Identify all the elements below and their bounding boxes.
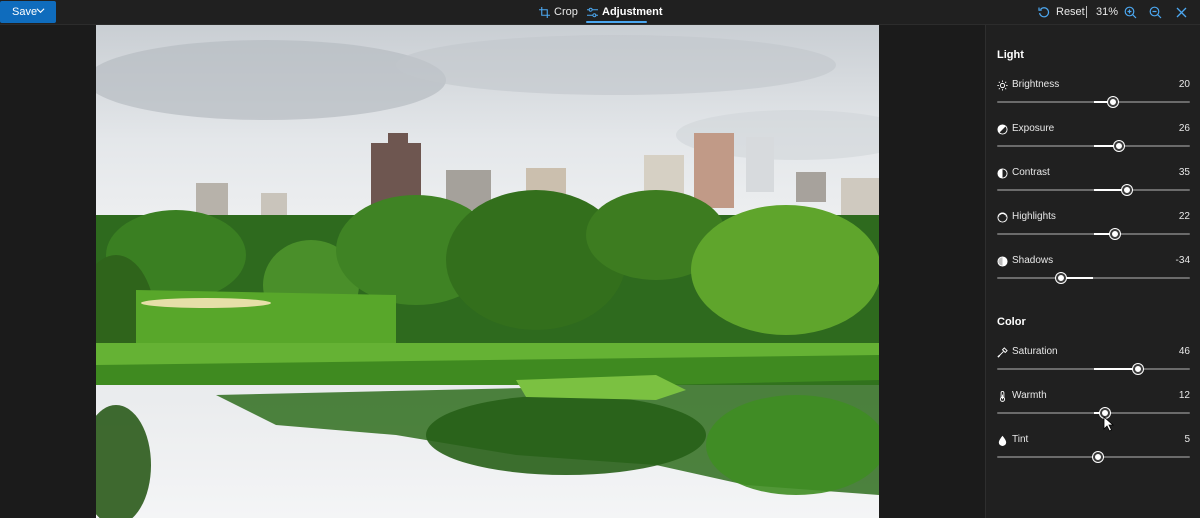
highlights-icon xyxy=(997,212,1008,223)
exposure-label: Exposure xyxy=(1012,123,1055,134)
saturation-slider[interactable] xyxy=(997,364,1190,374)
color-section-title: Color xyxy=(997,316,1026,328)
shadows-slider[interactable] xyxy=(997,273,1190,283)
adjustment-panel: Light Brightness 20 Exposure 26 Contrast… xyxy=(985,25,1200,518)
top-toolbar: Save Crop Adjustment Reset 31% xyxy=(0,0,1200,25)
zoom-out-icon xyxy=(1149,6,1161,18)
exposure-value: 26 xyxy=(1178,123,1190,134)
toolbar-divider xyxy=(1086,6,1087,18)
saturation-slider-thumb[interactable] xyxy=(1132,364,1143,374)
contrast-value: 35 xyxy=(1178,167,1190,178)
exposure-slider-thumb[interactable] xyxy=(1113,141,1124,151)
brightness-label: Brightness xyxy=(1012,79,1060,90)
close-button[interactable] xyxy=(1173,4,1189,20)
highlights-slider-thumb[interactable] xyxy=(1109,229,1120,239)
mouse-pointer-icon xyxy=(1103,416,1115,432)
saturation-icon xyxy=(997,347,1008,358)
save-button[interactable]: Save xyxy=(0,1,56,23)
tint-slider-thumb[interactable] xyxy=(1093,452,1104,462)
tint-slider-row: Tint 5 xyxy=(997,434,1190,471)
contrast-slider[interactable] xyxy=(997,185,1190,195)
warmth-label: Warmth xyxy=(1012,390,1047,401)
brightness-slider-row: Brightness 20 xyxy=(997,79,1190,116)
warmth-value: 12 xyxy=(1178,390,1190,401)
zoom-in-icon xyxy=(1124,6,1136,18)
saturation-slider-row: Saturation 46 xyxy=(997,346,1190,383)
tint-value: 5 xyxy=(1184,434,1190,445)
reset-label: Reset xyxy=(1056,6,1085,18)
active-tab-indicator xyxy=(586,21,647,23)
saturation-value: 46 xyxy=(1178,346,1190,357)
light-section-title: Light xyxy=(997,49,1024,61)
crop-icon xyxy=(539,6,550,18)
exposure-icon xyxy=(997,124,1008,135)
highlights-label: Highlights xyxy=(1012,211,1056,222)
contrast-label: Contrast xyxy=(1012,167,1050,178)
tab-crop-label: Crop xyxy=(554,6,578,18)
reset-icon xyxy=(1038,7,1050,18)
highlights-slider-row: Highlights 22 xyxy=(997,211,1190,248)
brightness-slider[interactable] xyxy=(997,97,1190,107)
close-icon xyxy=(1176,7,1186,17)
exposure-slider[interactable] xyxy=(997,141,1190,151)
saturation-slider-fill xyxy=(1093,368,1138,370)
brightness-icon xyxy=(997,80,1008,91)
tint-label: Tint xyxy=(1012,434,1029,445)
shadows-slider-thumb[interactable] xyxy=(1055,273,1066,283)
warmth-icon xyxy=(999,391,1006,402)
contrast-slider-row: Contrast 35 xyxy=(997,167,1190,204)
tab-crop[interactable]: Crop xyxy=(539,0,578,24)
zoom-out-button[interactable] xyxy=(1147,4,1163,20)
photo-preview[interactable] xyxy=(96,25,879,518)
adjustment-icon xyxy=(587,7,598,17)
contrast-icon xyxy=(997,168,1008,179)
contrast-slider-thumb[interactable] xyxy=(1122,185,1133,195)
shadows-icon xyxy=(997,256,1008,267)
save-label: Save xyxy=(12,6,38,18)
exposure-slider-row: Exposure 26 xyxy=(997,123,1190,160)
tint-slider[interactable] xyxy=(997,452,1190,462)
warmth-slider-row: Warmth 12 xyxy=(997,390,1190,427)
reset-button[interactable]: Reset xyxy=(1038,0,1085,24)
brightness-slider-thumb[interactable] xyxy=(1107,97,1118,107)
brightness-value: 20 xyxy=(1178,79,1190,90)
highlights-slider[interactable] xyxy=(997,229,1190,239)
shadows-value: -34 xyxy=(1175,255,1190,266)
shadows-slider-row: Shadows -34 xyxy=(997,255,1190,292)
zoom-level: 31% xyxy=(1096,6,1119,18)
warmth-slider[interactable] xyxy=(997,408,1190,418)
shadows-label: Shadows xyxy=(1012,255,1054,266)
highlights-value: 22 xyxy=(1178,211,1190,222)
chevron-down-icon xyxy=(36,1,45,23)
zoom-in-button[interactable] xyxy=(1122,4,1138,20)
tint-icon xyxy=(998,435,1007,446)
image-canvas xyxy=(0,25,985,518)
saturation-label: Saturation xyxy=(1012,346,1058,357)
